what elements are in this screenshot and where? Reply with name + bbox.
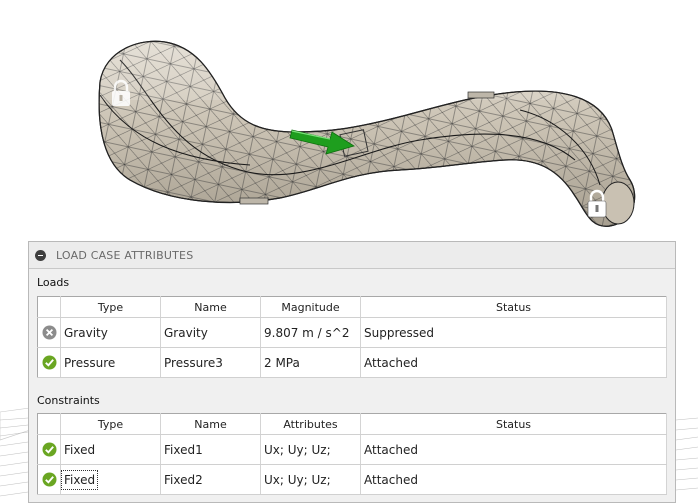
type-cell: Fixed xyxy=(60,464,161,495)
magnitude-cell: 9.807 m / s^2 xyxy=(260,317,361,348)
name-cell: Pressure3 xyxy=(160,347,261,378)
status-cell xyxy=(37,347,61,378)
attributes-cell: Ux; Uy; Uz; xyxy=(260,464,361,495)
type-value: Pressure xyxy=(64,355,116,370)
check-icon xyxy=(42,355,56,370)
status-text-cell: Suppressed xyxy=(360,317,667,348)
table-row[interactable]: Fixed Fixed2 Ux; Uy; Uz; Attached xyxy=(37,464,667,495)
name-cell: Fixed1 xyxy=(160,434,261,465)
column-header-status[interactable]: Status xyxy=(360,296,667,318)
column-header-type[interactable]: Type xyxy=(60,296,161,318)
table-header-row: Type Name Magnitude Status xyxy=(37,296,667,318)
loads-table: Type Name Magnitude Status Gravity Gravi… xyxy=(37,296,667,378)
column-header-name[interactable]: Name xyxy=(160,296,261,318)
column-header-status[interactable]: Status xyxy=(360,413,667,435)
name-cell: Gravity xyxy=(160,317,261,348)
type-value: Gravity xyxy=(64,325,108,340)
collapse-icon[interactable] xyxy=(35,249,46,261)
type-value: Fixed xyxy=(64,442,96,457)
table-row[interactable]: Pressure Pressure3 2 MPa Attached xyxy=(37,347,667,378)
table-header-row: Type Name Attributes Status xyxy=(37,413,667,435)
column-header-type[interactable]: Type xyxy=(60,413,161,435)
magnitude-cell: 2 MPa xyxy=(260,347,361,378)
column-header-name[interactable]: Name xyxy=(160,413,261,435)
type-value: Fixed xyxy=(60,469,99,490)
panel-header[interactable]: LOAD CASE ATTRIBUTES xyxy=(29,242,675,269)
type-cell: Pressure xyxy=(60,347,161,378)
name-cell: Fixed2 xyxy=(160,464,261,495)
status-text-cell: Attached xyxy=(360,464,667,495)
type-cell: Gravity xyxy=(60,317,161,348)
suppressed-icon xyxy=(42,325,56,340)
status-cell xyxy=(37,317,61,348)
constraints-table: Type Name Attributes Status Fixed Fixed1… xyxy=(37,413,667,495)
status-text-cell: Attached xyxy=(360,347,667,378)
status-text-cell: Attached xyxy=(360,434,667,465)
column-header-magnitude[interactable]: Magnitude xyxy=(260,296,361,318)
constraints-section-label: Constraints xyxy=(37,394,100,407)
type-cell: Fixed xyxy=(60,434,161,465)
column-header-attributes[interactable]: Attributes xyxy=(260,413,361,435)
meshed-part[interactable] xyxy=(90,30,650,240)
column-header[interactable] xyxy=(37,413,61,435)
check-icon xyxy=(42,442,56,457)
attributes-cell: Ux; Uy; Uz; xyxy=(260,434,361,465)
load-case-attributes-panel: LOAD CASE ATTRIBUTES Loads Type Name Mag… xyxy=(28,241,676,503)
loads-section-label: Loads xyxy=(37,276,70,289)
table-row[interactable]: Fixed Fixed1 Ux; Uy; Uz; Attached xyxy=(37,434,667,465)
status-cell xyxy=(37,434,61,465)
table-row[interactable]: Gravity Gravity 9.807 m / s^2 Suppressed xyxy=(37,317,667,348)
column-header[interactable] xyxy=(37,296,61,318)
panel-title: LOAD CASE ATTRIBUTES xyxy=(56,248,194,262)
status-cell xyxy=(37,464,61,495)
check-icon xyxy=(42,472,56,487)
